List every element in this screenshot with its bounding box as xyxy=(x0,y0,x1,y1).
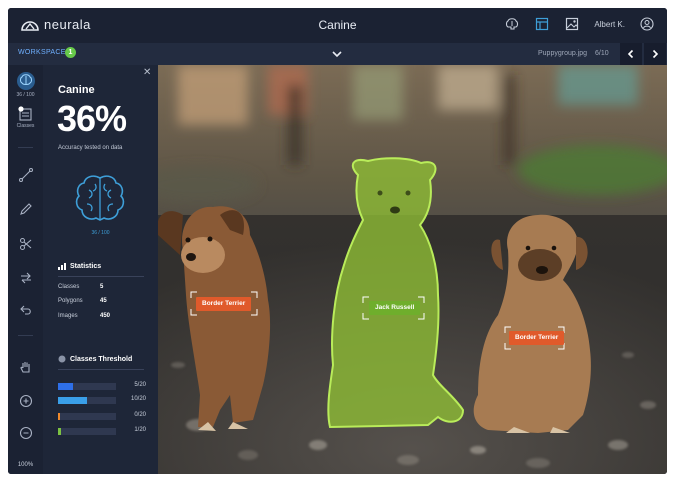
stat-value: 450 xyxy=(100,313,111,319)
polyline-tool[interactable] xyxy=(8,168,43,182)
divider xyxy=(58,276,144,277)
brain-graphic-icon xyxy=(75,175,125,221)
stat-row: Classes 5 xyxy=(58,284,144,290)
accuracy-value: 36% xyxy=(57,98,127,139)
user-avatar-icon[interactable] xyxy=(639,16,655,32)
file-name: Puppygroup.jpg xyxy=(538,50,588,57)
threshold-track[interactable] xyxy=(58,383,116,390)
statistics-heading: Statistics xyxy=(58,263,101,270)
rail-item-brain-label: 36 / 100 xyxy=(16,92,35,98)
threshold-fill xyxy=(58,413,60,420)
model-panel: ✕ Canine 36% Accuracy tested on data 36 … xyxy=(43,65,158,474)
stat-label: Classes xyxy=(58,284,80,290)
divider xyxy=(58,369,144,370)
zoom-out-button[interactable] xyxy=(8,426,43,440)
close-icon[interactable]: ✕ xyxy=(143,68,153,78)
chevron-left-icon xyxy=(627,49,634,59)
scissors-icon xyxy=(19,238,31,250)
threshold-fill xyxy=(58,397,87,404)
chevron-down-icon[interactable] xyxy=(330,47,344,61)
threshold-value: 10/20 xyxy=(130,396,146,402)
previous-image-button[interactable] xyxy=(620,43,642,65)
threshold-value: 5/20 xyxy=(134,382,146,388)
class-tag-jack-russell[interactable]: Jack Russell xyxy=(369,301,421,315)
stat-value: 5 xyxy=(100,284,104,290)
threshold-icon xyxy=(58,355,66,363)
pan-tool[interactable] xyxy=(8,360,43,374)
panel-title: Canine xyxy=(58,84,95,96)
stat-value: 45 xyxy=(100,298,107,304)
threshold-track[interactable] xyxy=(58,413,116,420)
undo-icon xyxy=(19,305,31,315)
redo-tool[interactable] xyxy=(8,271,43,285)
threshold-heading: Classes Threshold xyxy=(58,355,132,363)
polyline-icon xyxy=(18,168,33,182)
workspace-label[interactable]: WORKSPACE xyxy=(18,49,66,56)
class-tag-border-terrier[interactable]: Border Terrier xyxy=(509,331,565,345)
hand-icon xyxy=(19,362,30,373)
statistics-heading-text: Statistics xyxy=(70,263,102,270)
zoom-in-icon xyxy=(19,394,32,408)
puppy-photo xyxy=(158,65,667,474)
threshold-heading-text: Classes Threshold xyxy=(70,355,133,363)
pencil-tool[interactable] xyxy=(8,202,43,216)
threshold-row[interactable]: 1/20 xyxy=(58,427,153,437)
brain-icon[interactable] xyxy=(504,16,520,32)
image-canvas[interactable]: Border Terrier Jack Russell Border Terri… xyxy=(158,65,667,474)
zoom-out-icon xyxy=(19,426,32,440)
threshold-value: 0/20 xyxy=(134,412,146,418)
next-image-button[interactable] xyxy=(644,43,666,65)
image-icon[interactable] xyxy=(564,16,580,32)
threshold-fill xyxy=(58,383,73,390)
bar-chart-icon xyxy=(58,263,66,270)
undo-tool[interactable] xyxy=(8,303,43,317)
brain-icon xyxy=(16,72,35,90)
accuracy-caption: Accuracy tested on data xyxy=(58,145,123,151)
rail-divider xyxy=(18,147,33,148)
rail-item-classes-label: Classes xyxy=(16,123,35,129)
rail-item-brain[interactable]: 36 / 100 xyxy=(8,71,43,98)
threshold-row[interactable]: 0/20 xyxy=(58,412,153,422)
threshold-fill xyxy=(58,428,61,435)
classes-icon xyxy=(17,106,32,121)
workspace-bar: WORKSPACE 1 Puppygroup.jpg 6/10 xyxy=(8,43,667,65)
redo-icon xyxy=(20,272,31,284)
threshold-row[interactable]: 5/20 xyxy=(58,382,153,392)
stat-label: Images xyxy=(58,313,78,319)
tool-rail: 36 / 100 Classes 100% xyxy=(8,65,43,474)
chevron-right-icon xyxy=(652,49,659,59)
stat-row: Images 450 xyxy=(58,313,144,319)
threshold-track[interactable] xyxy=(58,428,116,435)
layout-icon[interactable] xyxy=(534,16,550,32)
cut-tool[interactable] xyxy=(8,237,43,251)
stat-label: Polygons xyxy=(58,298,83,304)
pencil-icon xyxy=(19,203,32,215)
file-position: 6/10 xyxy=(595,50,609,57)
brain-caption: 36 / 100 xyxy=(91,230,110,236)
class-tag-border-terrier[interactable]: Border Terrier xyxy=(196,297,252,311)
rail-divider xyxy=(18,335,33,336)
zoom-level: 100% xyxy=(17,462,34,468)
stat-row: Polygons 45 xyxy=(58,298,144,304)
rail-item-classes[interactable]: Classes xyxy=(8,106,43,129)
threshold-value: 1/20 xyxy=(134,427,146,433)
zoom-in-button[interactable] xyxy=(8,394,43,408)
user-name[interactable]: Albert K. xyxy=(594,20,625,29)
workspace-badge: 1 xyxy=(65,47,76,58)
app-window: neurala Canine Albert K. WORKSPACE 1 Pup… xyxy=(8,8,667,474)
threshold-track[interactable] xyxy=(58,397,116,404)
threshold-row[interactable]: 10/20 xyxy=(58,396,153,406)
top-bar: neurala Canine Albert K. xyxy=(8,8,667,43)
